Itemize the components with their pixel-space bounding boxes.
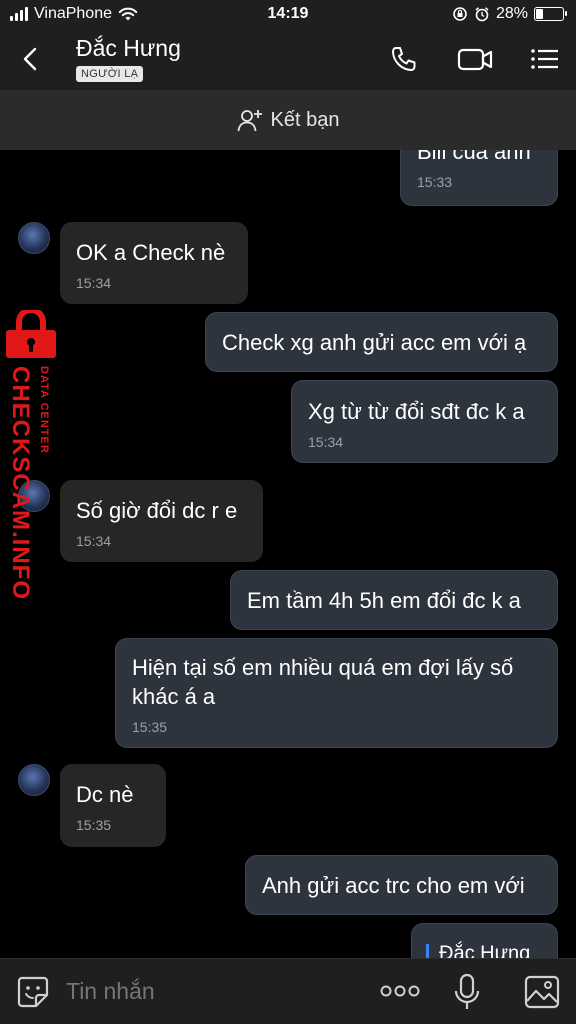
add-user-icon [237, 110, 262, 132]
watermark-text: CHECKSCAM.INFO [7, 366, 34, 600]
chat-messages[interactable]: Bill của anh 15:33 OK a Check nè 15:34 C… [0, 150, 576, 958]
avatar[interactable] [18, 222, 50, 254]
microphone-icon[interactable] [454, 973, 480, 1011]
stranger-badge: NGƯỜI LẠ [76, 66, 144, 82]
message-incoming[interactable]: OK a Check nè 15:34 [60, 222, 248, 304]
add-friend-button[interactable]: Kết bạn [0, 90, 576, 150]
message-text: Dc nè [76, 782, 134, 807]
battery-icon [534, 7, 567, 21]
message-time: 15:34 [76, 533, 112, 549]
alarm-icon [475, 7, 489, 22]
message-text: Anh gửi acc trc cho em với [262, 873, 525, 898]
message-outgoing[interactable]: Check xg anh gửi acc em với ạ [205, 312, 558, 372]
message-outgoing[interactable]: Xg từ từ đổi sđt đc k a 15:34 [291, 380, 558, 463]
message-outgoing[interactable]: Hiện tại số em nhiều quá em đợi lấy số k… [115, 638, 558, 748]
add-friend-label: Kết bạn [270, 108, 340, 131]
lock-icon [6, 310, 56, 358]
contact-name[interactable]: Đắc Hưng [76, 35, 181, 62]
message-text: Số giờ đổi dc r e [76, 498, 238, 523]
orientation-lock-icon [453, 7, 467, 21]
avatar[interactable] [18, 764, 50, 796]
watermark-subtext: DATA CENTER [38, 366, 50, 454]
more-icon[interactable] [380, 984, 420, 998]
menu-icon[interactable] [528, 44, 560, 74]
message-text: Hiện tại số em nhiều quá em đợi lấy số k… [132, 655, 514, 709]
message-time: 15:35 [132, 719, 168, 735]
quote-indicator [426, 944, 429, 958]
message-time: 15:35 [76, 817, 112, 833]
message-outgoing-quote[interactable]: Đắc Hưng [411, 923, 558, 958]
message-outgoing[interactable]: Em tầm 4h 5h em đổi đc k a [230, 570, 558, 630]
message-incoming[interactable]: Dc nè 15:35 [60, 764, 166, 847]
message-text: Đắc Hưng [439, 942, 531, 958]
message-text: OK a Check nè [76, 240, 226, 265]
status-bar: VinaPhone 14:19 28% [0, 0, 576, 30]
battery-fill [536, 9, 544, 19]
battery-percent: 28% [495, 5, 528, 22]
message-input-bar [0, 958, 576, 1024]
message-text: Check xg anh gửi acc em với ạ [222, 330, 527, 355]
message-time: 15:34 [76, 275, 112, 291]
chat-header: Đắc Hưng NGƯỜI LẠ [0, 30, 576, 90]
image-icon[interactable] [524, 975, 560, 1009]
phone-icon[interactable] [388, 44, 420, 74]
message-input[interactable] [66, 976, 356, 1006]
message-time: 15:34 [308, 434, 344, 450]
message-text: Bill của anh [417, 150, 531, 164]
message-outgoing[interactable]: Bill của anh 15:33 [400, 150, 558, 206]
message-time: 15:33 [417, 174, 453, 190]
sticker-icon[interactable] [16, 975, 50, 1009]
status-right: 28% [452, 5, 567, 23]
watermark: CHECKSCAM.INFO DATA CENTER [2, 310, 62, 600]
back-icon[interactable] [18, 46, 44, 72]
message-outgoing[interactable]: Anh gửi acc trc cho em với [245, 855, 558, 915]
message-text: Em tầm 4h 5h em đổi đc k a [247, 588, 521, 613]
message-incoming[interactable]: Số giờ đổi dc r e 15:34 [60, 480, 263, 562]
message-text: Xg từ từ đổi sđt đc k a [308, 399, 525, 424]
video-call-icon[interactable] [456, 44, 494, 74]
